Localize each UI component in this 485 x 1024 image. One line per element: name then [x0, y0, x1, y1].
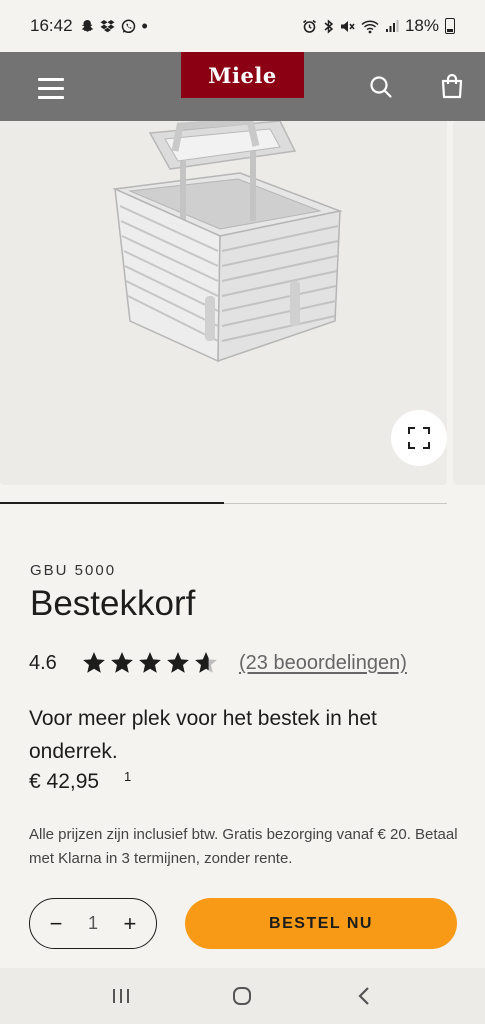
quantity-stepper: − 1 + [29, 898, 157, 949]
system-nav-bar [0, 968, 485, 1024]
snapchat-icon [81, 20, 93, 32]
gallery-progress-fill [0, 502, 224, 504]
signal-icon [385, 20, 399, 32]
site-header: Miele [0, 52, 485, 121]
fullscreen-button[interactable] [391, 410, 447, 466]
search-icon[interactable] [368, 74, 394, 100]
product-description: Voor meer plek voor het bestek in het on… [29, 707, 377, 763]
star-icon [139, 652, 161, 673]
order-now-button[interactable]: BESTEL NU [185, 898, 457, 949]
product-gallery[interactable] [0, 121, 485, 485]
miele-logo[interactable]: Miele [181, 52, 304, 98]
fullscreen-icon [408, 427, 430, 449]
star-icon [195, 652, 217, 673]
quantity-value[interactable]: 1 [88, 913, 98, 934]
status-time: 16:42 [30, 16, 73, 35]
gallery-slide[interactable] [0, 121, 447, 485]
decrement-button[interactable]: − [45, 911, 67, 937]
dot-icon: • [141, 15, 148, 36]
bluetooth-icon [324, 18, 334, 34]
menu-icon[interactable] [38, 76, 66, 99]
tax-note: Alle prijzen zijn inclusief btw. Gratis … [29, 826, 458, 867]
star-icon [111, 652, 133, 673]
product-title: Bestekkorf [30, 584, 196, 623]
rating-value: 4.6 [29, 651, 57, 674]
recent-apps-icon[interactable] [106, 981, 136, 1011]
back-icon[interactable] [349, 981, 379, 1011]
increment-button[interactable]: + [119, 911, 141, 937]
gallery-next-slide[interactable] [453, 121, 485, 485]
reviews-link[interactable]: (23 beoordelingen) [239, 652, 407, 675]
star-icon [83, 652, 105, 673]
product-image [112, 121, 343, 363]
status-bar: 16:42 • 18% [0, 0, 485, 52]
home-icon[interactable] [227, 981, 257, 1011]
shopping-bag-icon[interactable] [438, 72, 466, 100]
battery-percent: 18% [404, 16, 439, 35]
wifi-icon [361, 20, 379, 33]
alarm-icon [302, 19, 316, 33]
star-rating [81, 650, 219, 676]
price-footnote: 1 [124, 769, 132, 784]
product-price: € 42,95 [29, 770, 100, 793]
product-model: GBU 5000 [30, 562, 117, 579]
whatsapp-icon [121, 19, 135, 33]
mute-icon [340, 20, 355, 32]
battery-icon [445, 18, 455, 34]
dropbox-icon [100, 20, 115, 33]
rating-row: 4.6 (23 beoordelingen) [29, 650, 407, 676]
star-icon [167, 652, 189, 673]
